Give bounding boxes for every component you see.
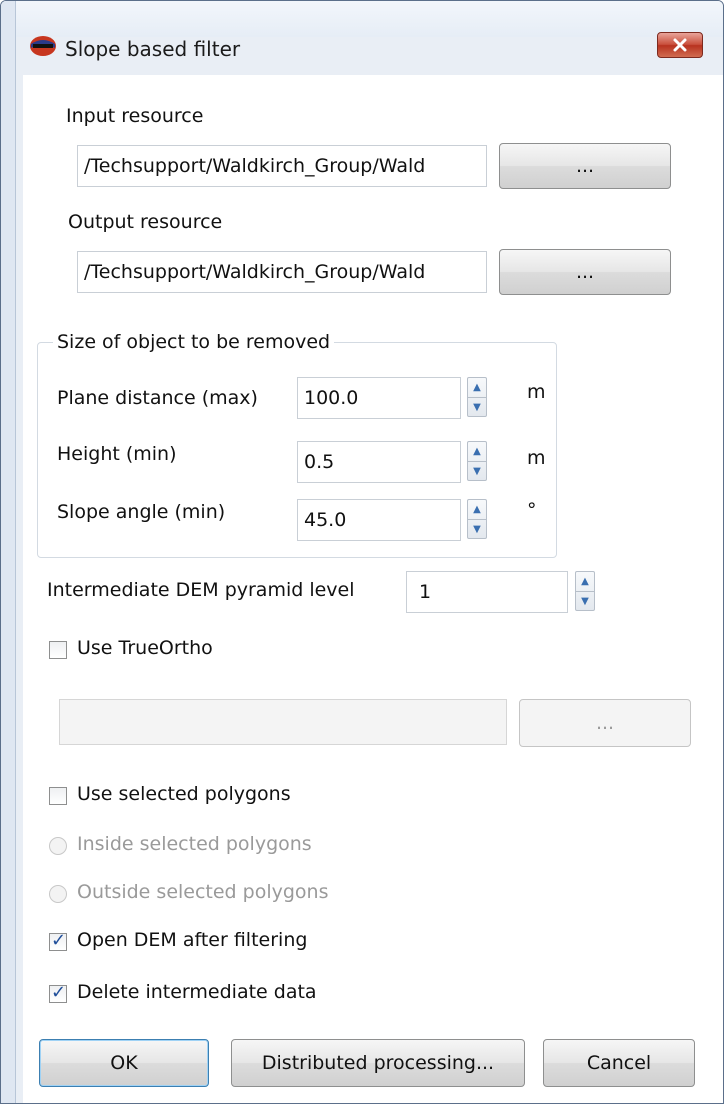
- spin-down-icon[interactable]: ▼: [468, 462, 486, 481]
- output-browse-button[interactable]: ...: [499, 249, 671, 295]
- slope-angle-unit: °: [527, 499, 537, 521]
- inside-polygons-label: Inside selected polygons: [77, 833, 312, 855]
- close-icon: [673, 38, 687, 52]
- app-logo-icon: [30, 36, 56, 56]
- pyramid-level-spinner[interactable]: ▲ ▼: [575, 571, 595, 611]
- object-size-group-title: Size of object to be removed: [53, 331, 335, 353]
- inside-polygons-radio: [49, 837, 67, 855]
- use-trueortho-checkbox[interactable]: [49, 641, 67, 659]
- window-frame-left: [1, 1, 16, 1103]
- spin-up-icon[interactable]: ▲: [468, 378, 486, 398]
- outside-polygons-radio: [49, 885, 67, 903]
- slope-angle-input[interactable]: 45.0: [297, 499, 461, 541]
- checkmark-icon: ✓: [51, 982, 67, 1003]
- output-resource-label: Output resource: [68, 211, 223, 233]
- height-label: Height (min): [57, 443, 177, 465]
- delete-intermediate-checkbox[interactable]: ✓: [49, 982, 67, 1003]
- pyramid-level-input[interactable]: 1: [406, 571, 568, 613]
- delete-intermediate-label[interactable]: Delete intermediate data: [77, 981, 317, 1003]
- window-title: Slope based filter: [65, 37, 241, 61]
- ok-button[interactable]: OK: [39, 1039, 209, 1087]
- height-spinner[interactable]: ▲ ▼: [467, 441, 487, 481]
- plane-distance-label: Plane distance (max): [57, 387, 258, 409]
- spin-up-icon[interactable]: ▲: [468, 442, 486, 462]
- output-resource-field[interactable]: /Techsupport/Waldkirch_Group/Wald: [77, 251, 487, 293]
- spin-down-icon[interactable]: ▼: [468, 398, 486, 417]
- trueortho-browse-button: ...: [519, 699, 691, 747]
- spin-up-icon[interactable]: ▲: [576, 572, 594, 592]
- height-unit: m: [527, 447, 546, 469]
- slope-angle-label: Slope angle (min): [57, 501, 226, 523]
- checkmark-icon: ✓: [51, 930, 67, 951]
- dialog-content: Input resource /Techsupport/Waldkirch_Gr…: [23, 75, 723, 1103]
- input-resource-field[interactable]: /Techsupport/Waldkirch_Group/Wald: [77, 145, 487, 187]
- plane-distance-unit: m: [527, 381, 546, 403]
- cancel-button[interactable]: Cancel: [543, 1039, 695, 1087]
- height-input[interactable]: 0.5: [297, 441, 461, 483]
- input-resource-label: Input resource: [66, 105, 204, 127]
- use-trueortho-label[interactable]: Use TrueOrtho: [77, 637, 213, 659]
- slope-angle-spinner[interactable]: ▲ ▼: [467, 499, 487, 539]
- close-button[interactable]: [657, 32, 703, 58]
- title-bar[interactable]: [1, 1, 723, 37]
- plane-distance-input[interactable]: 100.0: [297, 377, 461, 419]
- pyramid-level-label: Intermediate DEM pyramid level: [47, 579, 355, 601]
- input-browse-button[interactable]: ...: [499, 143, 671, 189]
- spin-down-icon[interactable]: ▼: [468, 520, 486, 539]
- open-dem-label[interactable]: Open DEM after filtering: [77, 929, 307, 951]
- dialog-window: Slope based filter Input resource /Techs…: [0, 0, 724, 1104]
- open-dem-checkbox[interactable]: ✓: [49, 930, 67, 951]
- distributed-processing-button[interactable]: Distributed processing...: [231, 1039, 525, 1087]
- spin-down-icon[interactable]: ▼: [576, 592, 594, 611]
- outside-polygons-label: Outside selected polygons: [77, 881, 329, 903]
- spin-up-icon[interactable]: ▲: [468, 500, 486, 520]
- use-selected-polygons-checkbox[interactable]: [49, 787, 67, 805]
- plane-distance-spinner[interactable]: ▲ ▼: [467, 377, 487, 417]
- use-selected-polygons-label[interactable]: Use selected polygons: [77, 783, 291, 805]
- trueortho-path-field: [59, 699, 507, 745]
